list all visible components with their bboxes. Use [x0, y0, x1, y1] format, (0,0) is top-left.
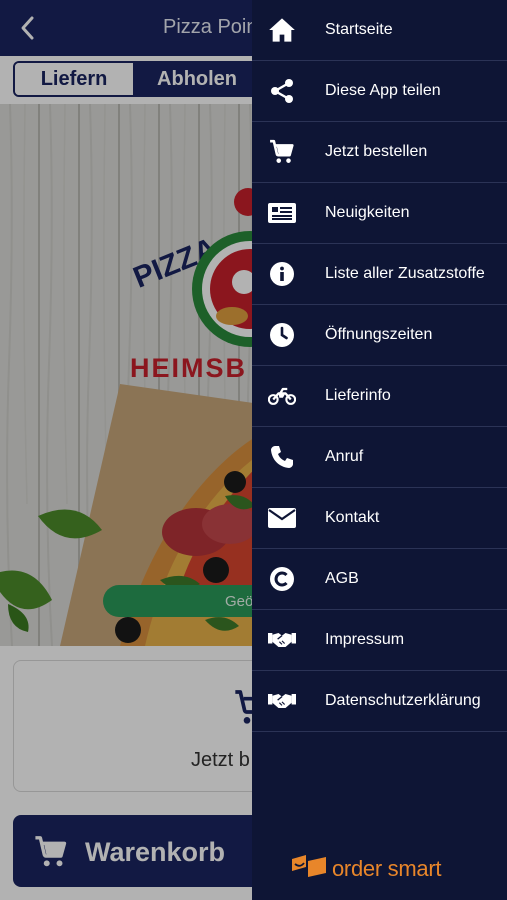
drawer-item-label: Anruf: [325, 448, 364, 465]
drawer-menu: Startseite Diese App teilen Jetzt bestel…: [252, 0, 507, 732]
cart-icon: [268, 138, 296, 166]
drawer-item-label: Impressum: [325, 631, 405, 648]
drawer-item-additives[interactable]: Liste aller Zusatzstoffe: [252, 244, 507, 305]
drawer-item-label: Kontakt: [325, 509, 380, 526]
drawer-item-imprint[interactable]: Impressum: [252, 610, 507, 671]
drawer-item-contact[interactable]: Kontakt: [252, 488, 507, 549]
drawer-item-order-now[interactable]: Jetzt bestellen: [252, 122, 507, 183]
drawer-item-label: Liste aller Zusatzstoffe: [325, 265, 485, 282]
handshake-icon: [268, 687, 296, 715]
drawer-item-privacy[interactable]: Datenschutzerklärung: [252, 671, 507, 732]
motorcycle-icon: [268, 382, 296, 410]
phone-icon: [268, 443, 296, 471]
envelope-icon: [268, 504, 296, 532]
side-drawer: Startseite Diese App teilen Jetzt bestel…: [252, 0, 507, 900]
drawer-item-share[interactable]: Diese App teilen: [252, 61, 507, 122]
drawer-item-label: Öffnungszeiten: [325, 326, 433, 343]
drawer-item-opening-hours[interactable]: Öffnungszeiten: [252, 305, 507, 366]
drawer-item-label: Lieferinfo: [325, 387, 391, 404]
share-icon: [268, 77, 296, 105]
info-icon: [268, 260, 296, 288]
home-icon: [268, 16, 296, 44]
brand-label: order smart: [332, 855, 442, 881]
newspaper-icon: [268, 199, 296, 227]
handshake-icon: [268, 626, 296, 654]
drawer-item-news[interactable]: Neuigkeiten: [252, 183, 507, 244]
drawer-item-label: Neuigkeiten: [325, 204, 410, 221]
drawer-item-terms[interactable]: AGB: [252, 549, 507, 610]
order-smart-logo-icon: [292, 855, 326, 882]
drawer-item-label: Diese App teilen: [325, 82, 441, 99]
copyright-icon: [268, 565, 296, 593]
drawer-item-label: Jetzt bestellen: [325, 143, 428, 160]
drawer-item-home[interactable]: Startseite: [252, 0, 507, 61]
drawer-item-label: AGB: [325, 570, 359, 587]
order-smart-brand: order smart: [292, 855, 441, 882]
clock-icon: [268, 321, 296, 349]
drawer-item-call[interactable]: Anruf: [252, 427, 507, 488]
drawer-item-label: Datenschutzerklärung: [325, 692, 481, 709]
drawer-item-label: Startseite: [325, 21, 393, 38]
drawer-item-delivery-info[interactable]: Lieferinfo: [252, 366, 507, 427]
